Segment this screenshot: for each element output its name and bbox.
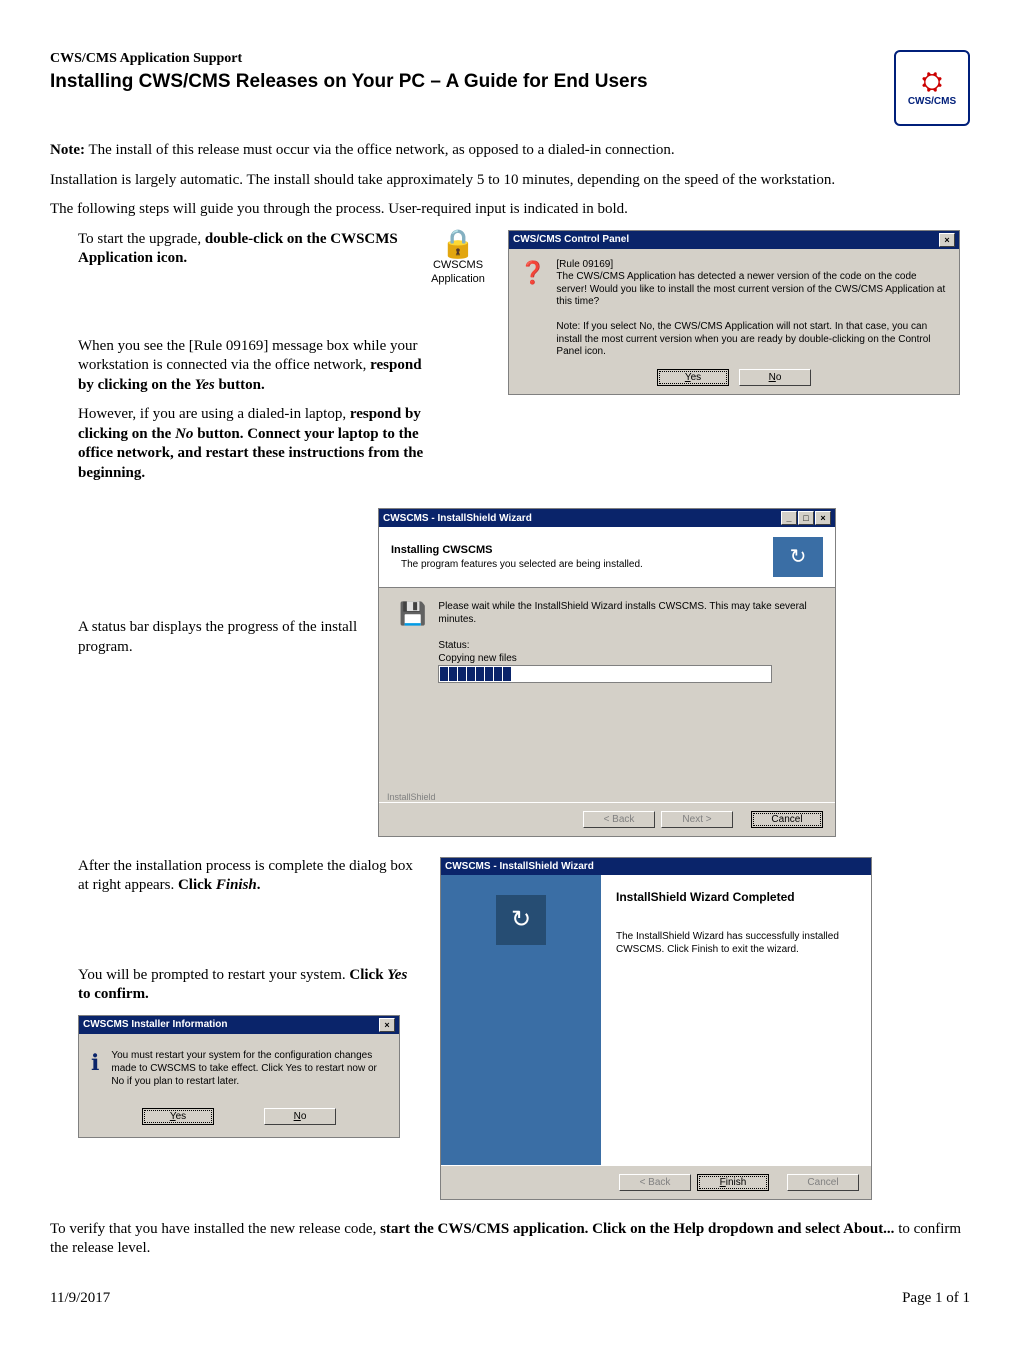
logo-people-icon: ⛭	[922, 69, 943, 95]
doc-support-line: CWS/CMS Application Support	[50, 50, 648, 68]
logo-text: CWS/CMS	[908, 95, 956, 108]
ii-title: CWSCMS Installer Information	[83, 1018, 227, 1031]
installshield-logo-icon: ↻	[773, 537, 823, 577]
app-icon-glyph: 🔒	[441, 230, 476, 258]
is-subheading: The program features you selected are be…	[401, 558, 643, 571]
maximize-icon[interactable]: □	[798, 511, 814, 525]
cp-no-button[interactable]: No	[739, 369, 811, 386]
intro-p2: Installation is largely automatic. The i…	[50, 171, 970, 191]
ii-no-button[interactable]: No	[264, 1108, 336, 1125]
close-icon[interactable]: ×	[379, 1018, 395, 1032]
cw-back-button: < Back	[619, 1174, 691, 1191]
progress-bar	[438, 665, 772, 683]
cw-cancel-button: Cancel	[787, 1174, 859, 1191]
is-body-text: Please wait while the InstallShield Wiza…	[438, 600, 815, 626]
verify-text: To verify that you have installed the ne…	[50, 1220, 970, 1259]
cw-title: CWSCMS - InstallShield Wizard	[445, 860, 594, 873]
cp-rule: [Rule 09169]	[556, 259, 949, 272]
install-disk-icon: 💾	[399, 600, 426, 683]
close-icon[interactable]: ×	[939, 233, 955, 247]
is-status-value: Copying new files	[438, 652, 815, 665]
is-next-button: Next >	[661, 811, 733, 828]
step2-text: When you see the [Rule 09169] message bo…	[50, 337, 428, 484]
close-icon[interactable]: ×	[815, 511, 831, 525]
installshield-complete-dialog: CWSCMS - InstallShield Wizard ↻ InstallS…	[440, 857, 872, 1200]
cp-yes-button[interactable]: Yes	[657, 369, 729, 386]
cwscms-app-icon[interactable]: 🔒 CWSCMS Application	[423, 230, 493, 287]
control-panel-dialog: CWS/CMS Control Panel × ❓ [Rule 09169] T…	[508, 230, 960, 395]
ii-body-text: You must restart your system for the con…	[111, 1049, 387, 1088]
cwscms-logo: ⛭ CWS/CMS	[894, 50, 970, 126]
step3-text: However, if you are using a dialed-in la…	[78, 405, 428, 483]
note-label: Note:	[50, 142, 85, 158]
installshield-logo-icon: ↻	[496, 895, 546, 945]
question-icon: ❓	[519, 259, 546, 359]
is-heading: Installing CWSCMS	[391, 543, 643, 557]
footer-page: Page 1 of 1	[902, 1289, 970, 1309]
cw-finish-button[interactable]: Finish	[697, 1174, 769, 1191]
step4-text: A status bar displays the progress of th…	[50, 508, 358, 657]
cw-body-text: The InstallShield Wizard has successfull…	[616, 930, 856, 956]
note-paragraph: Note: The install of this release must o…	[50, 141, 970, 161]
cp-msg: The CWS/CMS Application has detected a n…	[556, 271, 949, 309]
app-icon-label: CWSCMS Application	[431, 259, 485, 285]
installshield-progress-dialog: CWSCMS - InstallShield Wizard _ □ × Inst…	[378, 508, 836, 837]
cp-title: CWS/CMS Control Panel	[513, 233, 629, 246]
footer-date: 11/9/2017	[50, 1289, 110, 1309]
info-icon: ℹ	[91, 1049, 99, 1088]
is-title: CWSCMS - InstallShield Wizard	[383, 512, 532, 525]
is-cancel-button[interactable]: Cancel	[751, 811, 823, 828]
cp-note: Note: If you select No, the CWS/CMS Appl…	[556, 321, 949, 359]
ii-yes-button[interactable]: Yes	[142, 1108, 214, 1125]
doc-title: Installing CWS/CMS Releases on Your PC –…	[50, 70, 648, 95]
installer-info-dialog: CWSCMS Installer Information × ℹ You mus…	[78, 1015, 400, 1138]
minimize-icon[interactable]: _	[781, 511, 797, 525]
step1-text: To start the upgrade, double-click on th…	[50, 230, 408, 269]
is-back-button: < Back	[583, 811, 655, 828]
cw-heading: InstallShield Wizard Completed	[616, 890, 856, 906]
step5-text: After the installation process is comple…	[50, 857, 420, 896]
step6-text: You will be prompted to restart your sys…	[50, 966, 420, 1005]
is-status-label: Status:	[438, 639, 815, 652]
intro-p3: The following steps will guide you throu…	[50, 200, 970, 220]
